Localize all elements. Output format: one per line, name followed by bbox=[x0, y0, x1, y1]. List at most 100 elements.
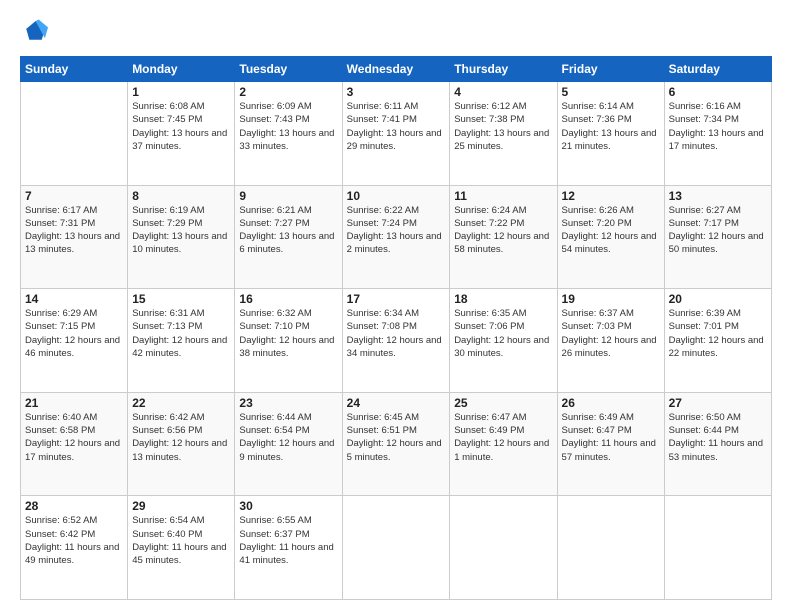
calendar-cell: 30Sunrise: 6:55 AM Sunset: 6:37 PM Dayli… bbox=[235, 496, 342, 600]
calendar-cell: 27Sunrise: 6:50 AM Sunset: 6:44 PM Dayli… bbox=[664, 392, 771, 496]
calendar-cell: 5Sunrise: 6:14 AM Sunset: 7:36 PM Daylig… bbox=[557, 82, 664, 186]
day-info: Sunrise: 6:29 AM Sunset: 7:15 PM Dayligh… bbox=[25, 307, 123, 360]
calendar-table: SundayMondayTuesdayWednesdayThursdayFrid… bbox=[20, 56, 772, 600]
day-number: 4 bbox=[454, 85, 552, 99]
calendar-cell: 25Sunrise: 6:47 AM Sunset: 6:49 PM Dayli… bbox=[450, 392, 557, 496]
page: SundayMondayTuesdayWednesdayThursdayFrid… bbox=[0, 0, 792, 612]
calendar-cell: 14Sunrise: 6:29 AM Sunset: 7:15 PM Dayli… bbox=[21, 289, 128, 393]
calendar-cell: 18Sunrise: 6:35 AM Sunset: 7:06 PM Dayli… bbox=[450, 289, 557, 393]
day-number: 5 bbox=[562, 85, 660, 99]
day-info: Sunrise: 6:08 AM Sunset: 7:45 PM Dayligh… bbox=[132, 100, 230, 153]
calendar-cell: 4Sunrise: 6:12 AM Sunset: 7:38 PM Daylig… bbox=[450, 82, 557, 186]
day-info: Sunrise: 6:52 AM Sunset: 6:42 PM Dayligh… bbox=[25, 514, 123, 567]
calendar-week-row: 28Sunrise: 6:52 AM Sunset: 6:42 PM Dayli… bbox=[21, 496, 772, 600]
calendar-cell: 19Sunrise: 6:37 AM Sunset: 7:03 PM Dayli… bbox=[557, 289, 664, 393]
day-info: Sunrise: 6:11 AM Sunset: 7:41 PM Dayligh… bbox=[347, 100, 446, 153]
day-info: Sunrise: 6:21 AM Sunset: 7:27 PM Dayligh… bbox=[239, 204, 337, 257]
calendar-week-row: 7Sunrise: 6:17 AM Sunset: 7:31 PM Daylig… bbox=[21, 185, 772, 289]
calendar-cell: 20Sunrise: 6:39 AM Sunset: 7:01 PM Dayli… bbox=[664, 289, 771, 393]
calendar-header-row: SundayMondayTuesdayWednesdayThursdayFrid… bbox=[21, 57, 772, 82]
day-info: Sunrise: 6:27 AM Sunset: 7:17 PM Dayligh… bbox=[669, 204, 767, 257]
calendar-cell: 7Sunrise: 6:17 AM Sunset: 7:31 PM Daylig… bbox=[21, 185, 128, 289]
day-info: Sunrise: 6:17 AM Sunset: 7:31 PM Dayligh… bbox=[25, 204, 123, 257]
day-info: Sunrise: 6:37 AM Sunset: 7:03 PM Dayligh… bbox=[562, 307, 660, 360]
weekday-header: Tuesday bbox=[235, 57, 342, 82]
weekday-header: Sunday bbox=[21, 57, 128, 82]
weekday-header: Wednesday bbox=[342, 57, 450, 82]
weekday-header: Saturday bbox=[664, 57, 771, 82]
day-number: 13 bbox=[669, 189, 767, 203]
day-info: Sunrise: 6:54 AM Sunset: 6:40 PM Dayligh… bbox=[132, 514, 230, 567]
day-info: Sunrise: 6:34 AM Sunset: 7:08 PM Dayligh… bbox=[347, 307, 446, 360]
day-number: 16 bbox=[239, 292, 337, 306]
weekday-header: Monday bbox=[128, 57, 235, 82]
logo bbox=[20, 18, 52, 46]
day-info: Sunrise: 6:45 AM Sunset: 6:51 PM Dayligh… bbox=[347, 411, 446, 464]
day-info: Sunrise: 6:42 AM Sunset: 6:56 PM Dayligh… bbox=[132, 411, 230, 464]
day-info: Sunrise: 6:16 AM Sunset: 7:34 PM Dayligh… bbox=[669, 100, 767, 153]
weekday-header: Friday bbox=[557, 57, 664, 82]
day-number: 21 bbox=[25, 396, 123, 410]
day-number: 8 bbox=[132, 189, 230, 203]
day-number: 2 bbox=[239, 85, 337, 99]
day-info: Sunrise: 6:31 AM Sunset: 7:13 PM Dayligh… bbox=[132, 307, 230, 360]
day-info: Sunrise: 6:40 AM Sunset: 6:58 PM Dayligh… bbox=[25, 411, 123, 464]
day-info: Sunrise: 6:22 AM Sunset: 7:24 PM Dayligh… bbox=[347, 204, 446, 257]
day-number: 30 bbox=[239, 499, 337, 513]
calendar-cell: 24Sunrise: 6:45 AM Sunset: 6:51 PM Dayli… bbox=[342, 392, 450, 496]
calendar-cell bbox=[664, 496, 771, 600]
day-number: 23 bbox=[239, 396, 337, 410]
calendar-cell: 23Sunrise: 6:44 AM Sunset: 6:54 PM Dayli… bbox=[235, 392, 342, 496]
calendar-cell: 21Sunrise: 6:40 AM Sunset: 6:58 PM Dayli… bbox=[21, 392, 128, 496]
day-number: 22 bbox=[132, 396, 230, 410]
calendar-cell: 22Sunrise: 6:42 AM Sunset: 6:56 PM Dayli… bbox=[128, 392, 235, 496]
day-info: Sunrise: 6:50 AM Sunset: 6:44 PM Dayligh… bbox=[669, 411, 767, 464]
calendar-cell: 3Sunrise: 6:11 AM Sunset: 7:41 PM Daylig… bbox=[342, 82, 450, 186]
calendar-cell: 17Sunrise: 6:34 AM Sunset: 7:08 PM Dayli… bbox=[342, 289, 450, 393]
calendar-cell: 15Sunrise: 6:31 AM Sunset: 7:13 PM Dayli… bbox=[128, 289, 235, 393]
day-number: 24 bbox=[347, 396, 446, 410]
day-info: Sunrise: 6:14 AM Sunset: 7:36 PM Dayligh… bbox=[562, 100, 660, 153]
calendar-cell: 1Sunrise: 6:08 AM Sunset: 7:45 PM Daylig… bbox=[128, 82, 235, 186]
day-number: 15 bbox=[132, 292, 230, 306]
day-info: Sunrise: 6:35 AM Sunset: 7:06 PM Dayligh… bbox=[454, 307, 552, 360]
calendar-week-row: 1Sunrise: 6:08 AM Sunset: 7:45 PM Daylig… bbox=[21, 82, 772, 186]
day-info: Sunrise: 6:12 AM Sunset: 7:38 PM Dayligh… bbox=[454, 100, 552, 153]
logo-icon bbox=[20, 18, 48, 46]
calendar-cell bbox=[21, 82, 128, 186]
calendar-cell bbox=[342, 496, 450, 600]
calendar-cell: 26Sunrise: 6:49 AM Sunset: 6:47 PM Dayli… bbox=[557, 392, 664, 496]
day-number: 25 bbox=[454, 396, 552, 410]
day-info: Sunrise: 6:47 AM Sunset: 6:49 PM Dayligh… bbox=[454, 411, 552, 464]
day-info: Sunrise: 6:44 AM Sunset: 6:54 PM Dayligh… bbox=[239, 411, 337, 464]
calendar-cell: 9Sunrise: 6:21 AM Sunset: 7:27 PM Daylig… bbox=[235, 185, 342, 289]
calendar-cell: 16Sunrise: 6:32 AM Sunset: 7:10 PM Dayli… bbox=[235, 289, 342, 393]
calendar-cell: 29Sunrise: 6:54 AM Sunset: 6:40 PM Dayli… bbox=[128, 496, 235, 600]
day-info: Sunrise: 6:49 AM Sunset: 6:47 PM Dayligh… bbox=[562, 411, 660, 464]
calendar-cell bbox=[557, 496, 664, 600]
day-number: 9 bbox=[239, 189, 337, 203]
day-number: 1 bbox=[132, 85, 230, 99]
day-info: Sunrise: 6:19 AM Sunset: 7:29 PM Dayligh… bbox=[132, 204, 230, 257]
day-number: 7 bbox=[25, 189, 123, 203]
day-number: 29 bbox=[132, 499, 230, 513]
calendar-cell: 8Sunrise: 6:19 AM Sunset: 7:29 PM Daylig… bbox=[128, 185, 235, 289]
day-number: 6 bbox=[669, 85, 767, 99]
day-number: 10 bbox=[347, 189, 446, 203]
day-info: Sunrise: 6:09 AM Sunset: 7:43 PM Dayligh… bbox=[239, 100, 337, 153]
calendar-cell: 13Sunrise: 6:27 AM Sunset: 7:17 PM Dayli… bbox=[664, 185, 771, 289]
day-info: Sunrise: 6:32 AM Sunset: 7:10 PM Dayligh… bbox=[239, 307, 337, 360]
day-number: 19 bbox=[562, 292, 660, 306]
day-number: 20 bbox=[669, 292, 767, 306]
day-number: 3 bbox=[347, 85, 446, 99]
day-number: 27 bbox=[669, 396, 767, 410]
calendar-cell: 10Sunrise: 6:22 AM Sunset: 7:24 PM Dayli… bbox=[342, 185, 450, 289]
calendar-cell: 28Sunrise: 6:52 AM Sunset: 6:42 PM Dayli… bbox=[21, 496, 128, 600]
day-info: Sunrise: 6:26 AM Sunset: 7:20 PM Dayligh… bbox=[562, 204, 660, 257]
day-info: Sunrise: 6:24 AM Sunset: 7:22 PM Dayligh… bbox=[454, 204, 552, 257]
day-info: Sunrise: 6:39 AM Sunset: 7:01 PM Dayligh… bbox=[669, 307, 767, 360]
day-number: 17 bbox=[347, 292, 446, 306]
calendar-cell: 12Sunrise: 6:26 AM Sunset: 7:20 PM Dayli… bbox=[557, 185, 664, 289]
calendar-cell bbox=[450, 496, 557, 600]
day-number: 11 bbox=[454, 189, 552, 203]
